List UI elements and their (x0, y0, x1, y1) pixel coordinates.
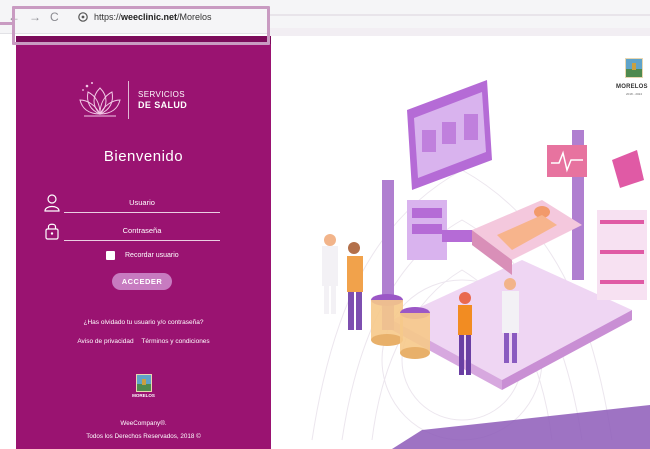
lock-icon (45, 223, 59, 240)
brand-line-1: SERVICIOS (138, 90, 186, 99)
remember-me[interactable]: Recordar usuario (106, 251, 179, 260)
password-input[interactable]: Contraseña (64, 226, 220, 235)
morelos-crest-icon (136, 374, 152, 392)
page-top-strip (270, 28, 650, 36)
brand-logo: SERVICIOS DE SALUD (78, 80, 187, 120)
username-underline (64, 212, 220, 213)
highlight-pointer (0, 22, 13, 25)
login-panel: SERVICIOS DE SALUD Bienvenido Usuario Co… (16, 36, 271, 449)
hospital-illustration (311, 80, 650, 449)
user-icon (44, 194, 60, 212)
acceder-button[interactable]: ACCEDER (112, 273, 172, 290)
forgot-credentials-link[interactable]: ¿Has olvidado tu usuario y/o contraseña? (16, 319, 271, 326)
brand-line-2: DE SALUD (138, 100, 188, 110)
terms-link[interactable]: Términos y condiciones (141, 338, 209, 345)
username-field[interactable]: Usuario (44, 194, 224, 214)
password-field[interactable]: Contraseña (44, 222, 224, 242)
legal-links: Aviso de privacidad Términos y condicion… (16, 338, 271, 345)
username-input[interactable]: Usuario (64, 198, 220, 207)
footer-rights: Todos los Derechos Reservados, 2018 © (86, 433, 201, 440)
remember-label: Recordar usuario (125, 252, 179, 259)
footer-company: WeeCompany®. (120, 420, 167, 427)
lotus-logo-icon (79, 82, 121, 117)
address-bar-highlight (12, 6, 270, 45)
welcome-heading: Bienvenido (103, 148, 184, 165)
password-underline (64, 240, 220, 241)
toolbar-divider (270, 14, 650, 16)
page-root: ← → C https://weeclinic.net/Morelos SERV… (0, 0, 650, 449)
brand-text: SERVICIOS DE SALUD (138, 89, 187, 111)
remember-checkbox[interactable] (106, 251, 115, 260)
privacy-link[interactable]: Aviso de privacidad (77, 338, 133, 345)
brand-divider (128, 81, 129, 119)
morelos-label: MORELOS (132, 393, 155, 398)
